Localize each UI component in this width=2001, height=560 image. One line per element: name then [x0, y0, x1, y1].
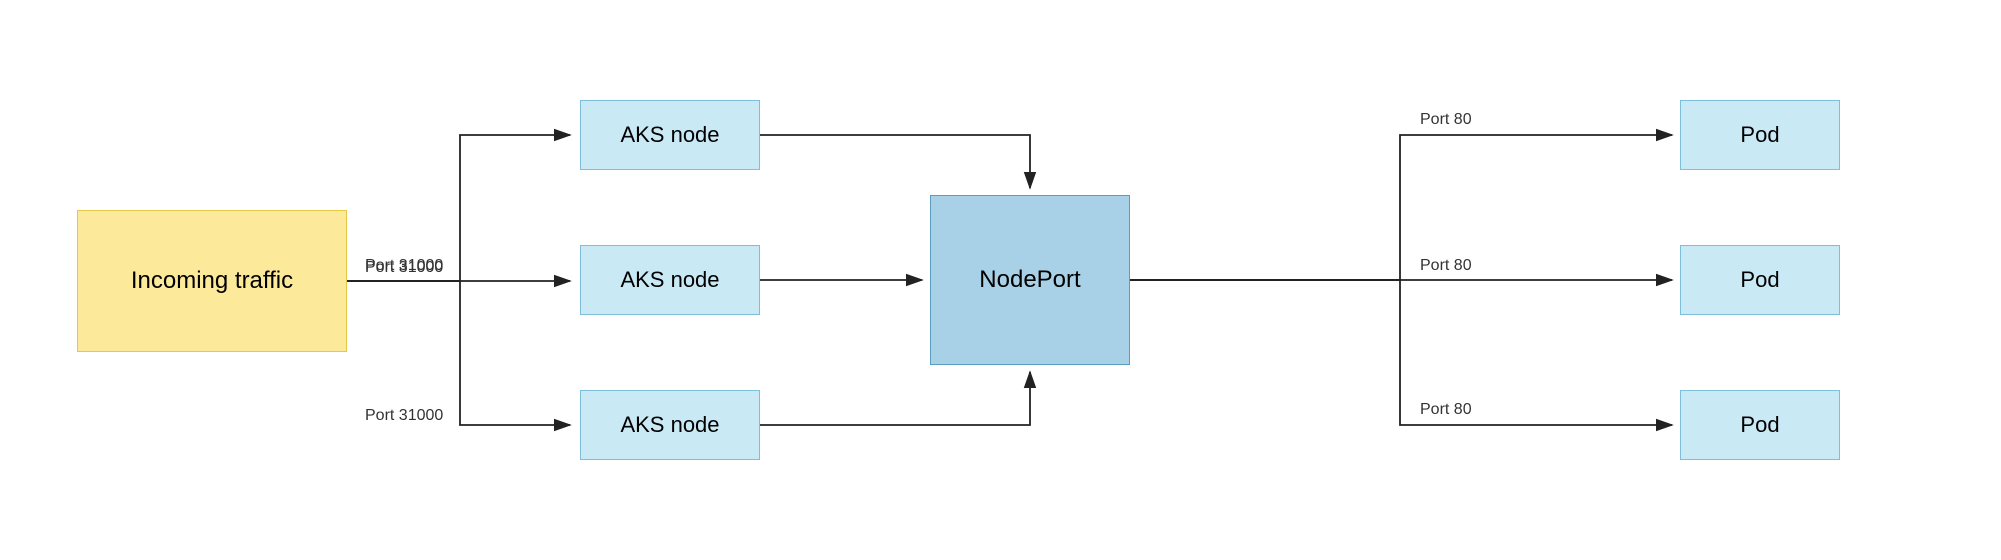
pod-1-label: Pod	[1740, 122, 1779, 148]
diagram-container: Port 31000 Port 31000 Port 31000 Port 80…	[0, 0, 2001, 560]
nodeport-node: NodePort	[930, 195, 1130, 365]
pod-3-label: Pod	[1740, 412, 1779, 438]
incoming-traffic-label: Incoming traffic	[131, 267, 293, 295]
pod-node-3: Pod	[1680, 390, 1840, 460]
aks-node-3-label: AKS node	[620, 412, 719, 438]
edge-label-port80-bot: Port 80	[1420, 401, 1472, 418]
aks-node-2: AKS node	[580, 245, 760, 315]
edge-label-port80-mid: Port 80	[1420, 257, 1472, 274]
pod-node-1: Pod	[1680, 100, 1840, 170]
aks-node-3: AKS node	[580, 390, 760, 460]
aks-node-1-label: AKS node	[620, 122, 719, 148]
edge-label-port31000-bot: Port 31000	[365, 407, 443, 424]
pod-2-label: Pod	[1740, 267, 1779, 293]
aks-node-1: AKS node	[580, 100, 760, 170]
pod-node-2: Pod	[1680, 245, 1840, 315]
edge-label-port31000-mid: Port 31000	[365, 259, 443, 276]
nodeport-label: NodePort	[979, 266, 1080, 294]
edge-label-port80-top: Port 80	[1420, 111, 1472, 128]
incoming-traffic-node: Incoming traffic	[77, 210, 347, 352]
aks-node-2-label: AKS node	[620, 267, 719, 293]
